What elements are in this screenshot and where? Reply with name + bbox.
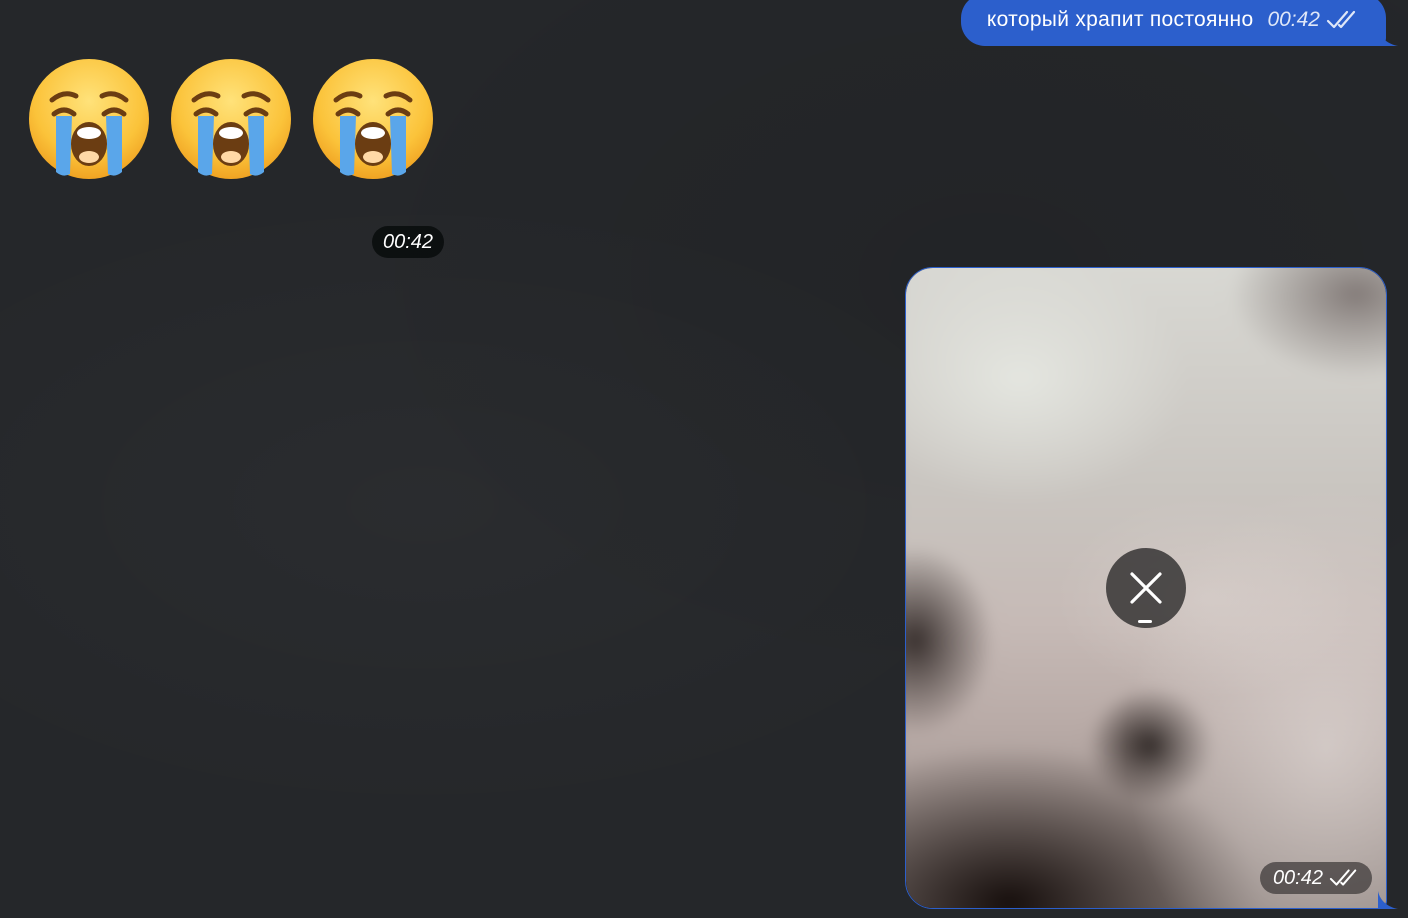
loudly-crying-face-icon — [171, 59, 291, 179]
message-text: который храпит постоянно — [986, 8, 1254, 31]
cancel-upload-button[interactable] — [1106, 548, 1186, 628]
emoji-message[interactable] — [26, 56, 436, 182]
emoji-message-time: 00:42 — [372, 226, 445, 258]
bubble-tail — [1378, 28, 1398, 46]
double-check-icon — [1329, 869, 1357, 886]
bubble-tail — [1378, 891, 1398, 909]
video-meta: 00:42 — [1259, 862, 1372, 894]
double-check-icon — [1326, 10, 1356, 29]
message-time: 00:42 — [1267, 8, 1320, 31]
close-icon — [1130, 572, 1162, 604]
upload-progress-indicator — [1138, 620, 1152, 623]
message-meta: 00:42 — [1267, 8, 1358, 32]
video-time: 00:42 — [1272, 867, 1323, 889]
loudly-crying-face-icon — [313, 59, 433, 179]
chat-area: который храпит постоянно 00:42 00:42 00:… — [0, 0, 1408, 918]
video-message[interactable]: 00:42 — [905, 267, 1387, 909]
outgoing-message-bubble[interactable]: который храпит постоянно 00:42 — [960, 0, 1386, 46]
loudly-crying-face-icon — [29, 59, 149, 179]
